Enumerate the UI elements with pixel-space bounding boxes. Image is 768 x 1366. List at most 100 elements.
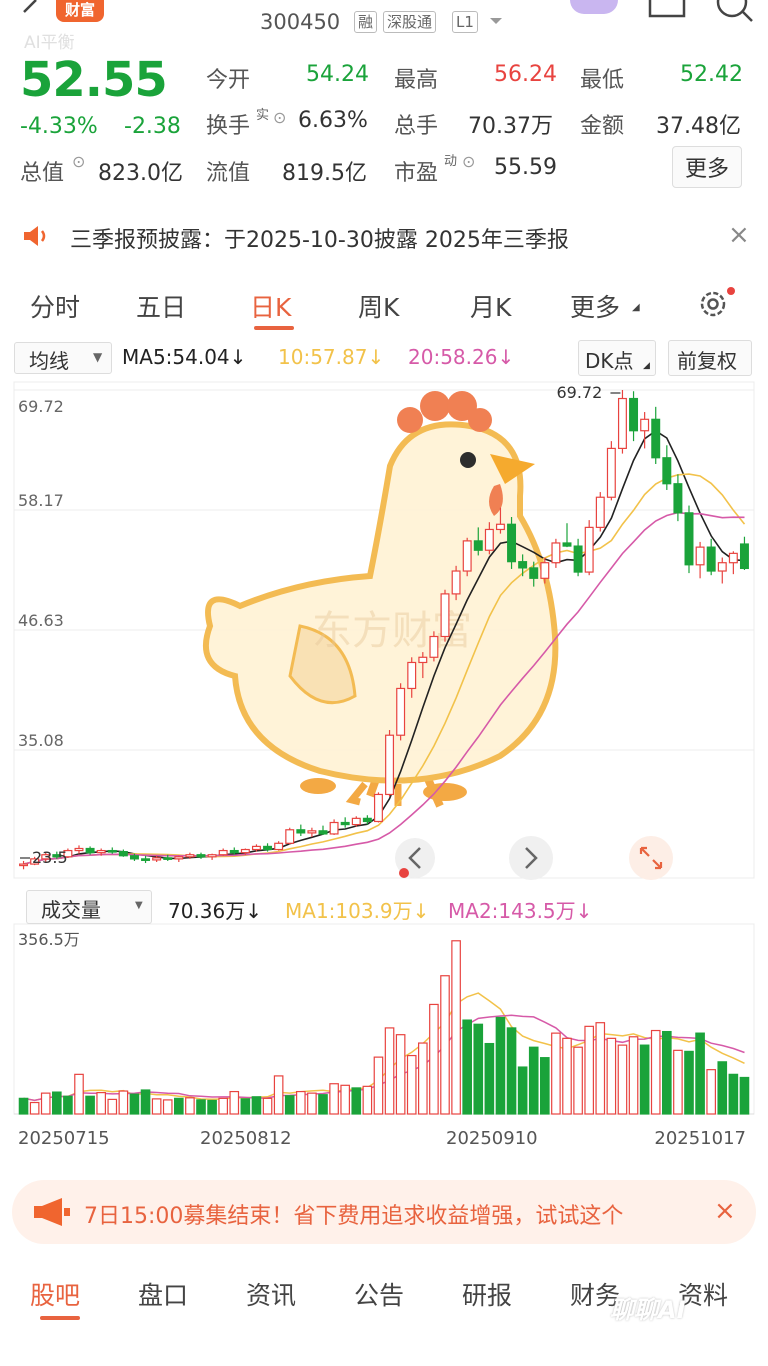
tab-intraday[interactable]: 分时 bbox=[30, 288, 80, 324]
candle-body bbox=[251, 845, 261, 851]
promo-banner[interactable]: 7日15:00募集结束！省下费用追求收益增强，试试这个 × bbox=[12, 1180, 756, 1244]
stock-code: 300450 bbox=[260, 10, 341, 34]
candle-body bbox=[484, 528, 494, 551]
volume-bar bbox=[140, 1089, 151, 1115]
back-arrow-icon[interactable] bbox=[18, 0, 42, 22]
candle-body bbox=[196, 854, 206, 858]
ai-assistant-icon[interactable] bbox=[570, 0, 618, 14]
tab-news[interactable]: 资讯 bbox=[246, 1276, 296, 1312]
max-price-label: 69.72 bbox=[556, 383, 602, 402]
bottom-tab-indicator bbox=[40, 1316, 80, 1320]
volume-bar bbox=[395, 1034, 406, 1115]
low-label: 最低 bbox=[580, 68, 625, 93]
candle-body bbox=[74, 847, 84, 852]
volume-bar bbox=[129, 1093, 140, 1115]
kline-chart[interactable]: 东方财富 69.7258.1746.6335.08 69.72 23.5 356… bbox=[0, 376, 768, 1166]
tab-monthly-k[interactable]: 月K bbox=[470, 288, 511, 324]
candle-body bbox=[617, 397, 627, 450]
candle-body bbox=[518, 561, 528, 569]
current-price: 52.55 bbox=[20, 52, 168, 108]
volume-bar bbox=[562, 1037, 572, 1115]
tab-five-day[interactable]: 五日 bbox=[136, 288, 186, 324]
candle-body bbox=[551, 542, 561, 564]
megaphone-icon bbox=[34, 1198, 70, 1226]
volume-bar bbox=[207, 1099, 217, 1115]
volume-label: 总手 bbox=[394, 114, 439, 139]
ma10-value: 10:57.87↓ bbox=[278, 345, 385, 369]
candle-body bbox=[673, 483, 683, 514]
candle-body bbox=[629, 397, 639, 432]
open-value: 54.24 bbox=[306, 62, 369, 87]
volume-bar bbox=[473, 1023, 484, 1115]
app-badge: 财富 bbox=[56, 0, 104, 22]
candle-body bbox=[418, 656, 428, 664]
tab-forum[interactable]: 股吧 bbox=[30, 1276, 80, 1312]
indicator-select[interactable]: 均线 ▼ bbox=[14, 342, 112, 374]
chart-next-button bbox=[509, 836, 553, 880]
close-icon[interactable]: × bbox=[714, 1196, 736, 1226]
volume-select-label: 成交量 bbox=[41, 898, 101, 922]
volume-bar bbox=[606, 1037, 617, 1115]
dk-point-label: DK点 bbox=[585, 349, 634, 373]
volume-bar bbox=[240, 1098, 251, 1115]
volume-bar bbox=[329, 1083, 339, 1115]
market-cap-label: 总值 bbox=[20, 161, 65, 186]
volume-bar bbox=[695, 1032, 705, 1115]
volume-bar bbox=[85, 1095, 95, 1115]
volume-bar bbox=[63, 1095, 73, 1115]
candle-body bbox=[739, 543, 749, 570]
notice-bar[interactable]: 三季报预披露：于2025-10-30披露 2025年三季报 × bbox=[0, 212, 768, 260]
candle-body bbox=[396, 687, 406, 736]
more-button[interactable]: 更多 bbox=[672, 146, 743, 188]
fullscreen-icon bbox=[629, 836, 673, 880]
volume-bar bbox=[528, 1046, 539, 1115]
y-axis-labels: 69.72 58.17 46.63 35.08 bbox=[18, 397, 64, 750]
candle-body bbox=[274, 842, 284, 851]
close-icon[interactable]: × bbox=[728, 220, 750, 250]
candle-body bbox=[107, 849, 117, 853]
candle-body bbox=[507, 523, 517, 563]
footer-watermark: 聊聊AI bbox=[610, 1296, 686, 1324]
low-value: 52.42 bbox=[680, 62, 743, 87]
dk-point-button[interactable]: DK点 ◢ bbox=[578, 340, 656, 376]
volume-bar bbox=[673, 1049, 683, 1115]
volume-bar bbox=[540, 1057, 550, 1115]
share-icon[interactable] bbox=[648, 0, 688, 20]
tab-indicator bbox=[254, 326, 294, 330]
tab-research[interactable]: 研报 bbox=[462, 1276, 512, 1312]
search-icon[interactable] bbox=[712, 0, 758, 24]
tab-daily-k[interactable]: 日K bbox=[250, 288, 291, 324]
candle-body bbox=[529, 567, 539, 579]
turnover-sup: 实 bbox=[256, 108, 270, 123]
ma20-value: 20:58.26↓ bbox=[408, 345, 515, 369]
candle-body bbox=[684, 512, 694, 566]
volume-ma1: MA1:103.9万↓ bbox=[285, 899, 430, 923]
candle-body bbox=[495, 523, 505, 531]
volume-bar bbox=[362, 1085, 373, 1115]
info-icon[interactable]: ⊙ bbox=[72, 152, 85, 171]
info-icon[interactable]: ⊙ bbox=[462, 152, 475, 171]
volume-bar bbox=[406, 1054, 417, 1115]
info-icon[interactable]: ⊙ bbox=[273, 108, 286, 127]
volume-bar bbox=[40, 1092, 51, 1115]
candle-body bbox=[185, 854, 195, 858]
turnover-value: 6.63% bbox=[298, 108, 368, 133]
chevron-down-icon[interactable] bbox=[488, 16, 504, 26]
candle-body bbox=[296, 829, 306, 834]
candle-body bbox=[174, 856, 184, 860]
adjust-button[interactable]: 前复权 bbox=[668, 340, 752, 376]
tab-announcements[interactable]: 公告 bbox=[354, 1276, 404, 1312]
market-cap-value: 823.0亿 bbox=[98, 161, 183, 186]
float-cap-value: 819.5亿 bbox=[282, 161, 367, 186]
corner-arrow-icon: ◢ bbox=[643, 361, 650, 371]
candle-body bbox=[218, 849, 228, 856]
tab-more[interactable]: 更多 bbox=[570, 288, 620, 324]
tab-order-book[interactable]: 盘口 bbox=[138, 1276, 188, 1312]
chart-prev-button bbox=[395, 838, 435, 878]
candle-body bbox=[19, 863, 29, 867]
volume-select[interactable]: 成交量 ▼ bbox=[26, 890, 152, 924]
gear-icon[interactable] bbox=[696, 286, 736, 322]
tab-weekly-k[interactable]: 周K bbox=[358, 288, 399, 324]
candle-body bbox=[462, 540, 472, 572]
x-tick-label: 20250910 bbox=[446, 1128, 538, 1149]
